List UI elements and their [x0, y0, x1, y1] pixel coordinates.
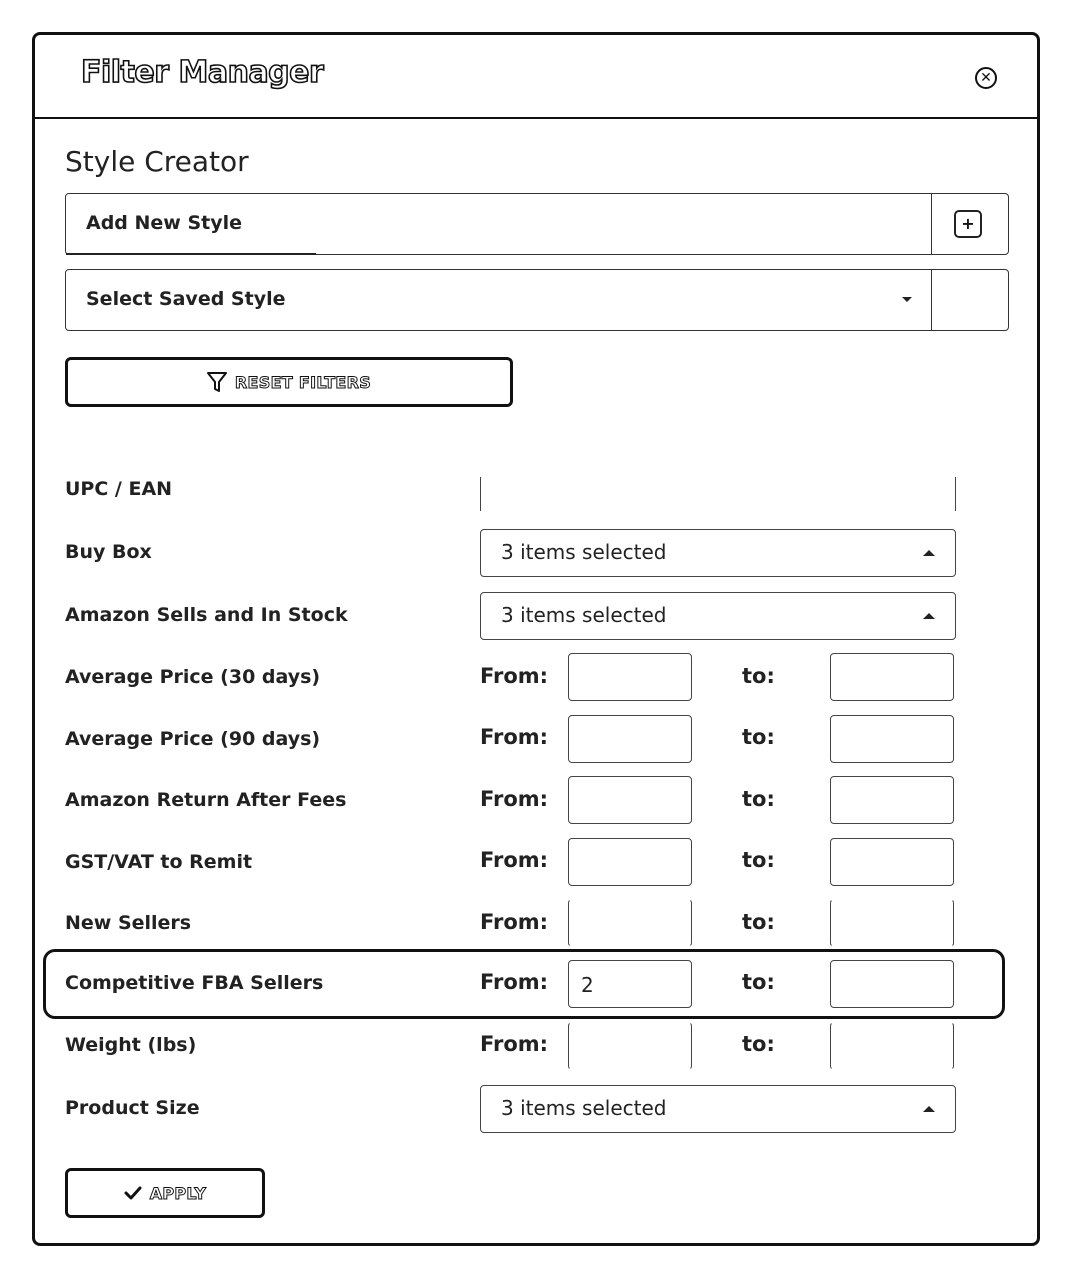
to-label: to:: [742, 970, 775, 994]
from-label: From:: [480, 725, 549, 749]
field-underline: [66, 253, 316, 255]
from-label: From:: [480, 1032, 549, 1056]
gst-vat-from-input[interactable]: [568, 838, 692, 886]
from-label: From:: [480, 664, 549, 688]
avg-price-30-from-input[interactable]: [568, 653, 692, 701]
reset-filters-button[interactable]: RESET FILTERS: [65, 357, 513, 407]
to-label: to:: [742, 848, 775, 872]
weight-to-input[interactable]: [830, 1022, 954, 1070]
saved-style-action[interactable]: [931, 270, 1008, 330]
new-sellers-to-input[interactable]: [830, 899, 954, 947]
add-style-button[interactable]: +: [931, 194, 1008, 254]
filter-label-upc: UPC / EAN: [65, 478, 173, 500]
select-saved-style-label: Select Saved Style: [86, 288, 286, 310]
buy-box-select[interactable]: 3 items selected: [480, 529, 956, 577]
dialog-header: Filter Manager ✕: [35, 35, 1037, 119]
add-new-style-field[interactable]: Add New Style +: [65, 193, 1009, 255]
select-saved-style-dropdown[interactable]: Select Saved Style: [65, 269, 1009, 331]
to-label: to:: [742, 787, 775, 811]
to-label: to:: [742, 725, 775, 749]
dialog-title: Filter Manager: [80, 54, 324, 91]
avg-price-30-to-input[interactable]: [830, 653, 954, 701]
section-title-style-creator: Style Creator: [65, 145, 249, 178]
avg-price-90-from-input[interactable]: [568, 715, 692, 763]
amazon-sells-selected-value: 3 items selected: [501, 603, 667, 627]
competitive-fba-to-input[interactable]: [830, 960, 954, 1008]
upc-input[interactable]: [480, 477, 956, 511]
avg-price-90-to-input[interactable]: [830, 715, 954, 763]
filter-manager-dialog: Filter Manager ✕ Style Creator Add New S…: [32, 32, 1040, 1246]
amazon-sells-select[interactable]: 3 items selected: [480, 592, 956, 640]
product-size-select[interactable]: 3 items selected: [480, 1085, 956, 1133]
add-new-style-label: Add New Style: [86, 212, 243, 234]
to-label: to:: [742, 910, 775, 934]
close-icon[interactable]: ✕: [975, 67, 997, 89]
chevron-down-icon: [902, 297, 912, 302]
from-label: From:: [480, 787, 549, 811]
filter-label-product-size: Product Size: [65, 1097, 200, 1119]
filter-icon: [206, 372, 227, 392]
amazon-return-from-input[interactable]: [568, 776, 692, 824]
filter-label-weight: Weight (lbs): [65, 1034, 197, 1056]
filter-label-amazon-return: Amazon Return After Fees: [65, 789, 347, 811]
reset-filters-label: RESET FILTERS: [234, 372, 372, 392]
to-label: to:: [742, 1032, 775, 1056]
filter-label-avg-price-30: Average Price (30 days): [65, 666, 321, 688]
to-label: to:: [742, 664, 775, 688]
filter-label-avg-price-90: Average Price (90 days): [65, 728, 321, 750]
weight-from-input[interactable]: [568, 1022, 692, 1070]
filter-label-competitive-fba: Competitive FBA Sellers: [65, 972, 324, 994]
from-label: From:: [480, 848, 549, 872]
product-size-selected-value: 3 items selected: [501, 1096, 667, 1120]
from-label: From:: [480, 970, 549, 994]
filter-label-gst-vat: GST/VAT to Remit: [65, 851, 253, 873]
amazon-return-to-input[interactable]: [830, 776, 954, 824]
chevron-up-icon: [923, 1106, 935, 1112]
from-label: From:: [480, 910, 549, 934]
chevron-up-icon: [923, 613, 935, 619]
competitive-fba-from-input[interactable]: 2: [568, 960, 692, 1008]
gst-vat-to-input[interactable]: [830, 838, 954, 886]
plus-square-icon: +: [954, 210, 982, 238]
filter-label-new-sellers: New Sellers: [65, 912, 192, 934]
chevron-up-icon: [923, 550, 935, 556]
filter-label-buy-box: Buy Box: [65, 541, 152, 563]
filter-label-amazon-sells: Amazon Sells and In Stock: [65, 604, 348, 626]
apply-label: APPLY: [149, 1183, 207, 1203]
new-sellers-from-input[interactable]: [568, 899, 692, 947]
check-icon: [124, 1186, 142, 1200]
buy-box-selected-value: 3 items selected: [501, 540, 667, 564]
apply-button[interactable]: APPLY: [65, 1168, 265, 1218]
